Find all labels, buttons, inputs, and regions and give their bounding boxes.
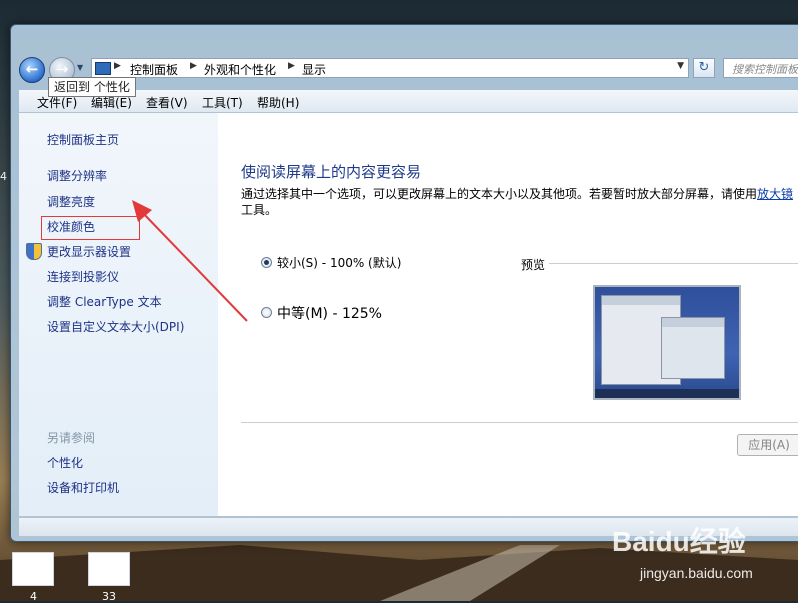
magnifier-link[interactable]: 放大镜 (757, 187, 793, 201)
sidebar-item-adjust-resolution[interactable]: 调整分辨率 (47, 167, 107, 184)
page-title: 使阅读屏幕上的内容更容易 (241, 163, 422, 181)
option-smaller-label[interactable]: 较小(S) - 100% (默认) (277, 254, 401, 271)
sidebar-item-change-display-settings[interactable]: 更改显示器设置 (47, 243, 131, 260)
preview-window-icon (661, 317, 725, 379)
breadcrumb-display[interactable]: 显示 (302, 61, 326, 78)
desktop-edge-text: 4 (0, 170, 7, 183)
sidebar-item-cleartype[interactable]: 调整 ClearType 文本 (47, 293, 162, 310)
back-arrow-icon[interactable]: ← (19, 57, 45, 83)
radio-medium[interactable] (261, 307, 272, 318)
option-medium-label[interactable]: 中等(M) - 125% (277, 303, 382, 323)
preview-divider (549, 263, 798, 264)
radio-smaller[interactable] (261, 257, 272, 268)
watermark-logo: Baidu经验 (612, 526, 746, 557)
menu-help[interactable]: 帮助(H) (257, 94, 299, 111)
breadcrumb-control-panel[interactable]: 控制面板 (130, 61, 178, 78)
taskbar-thumbnail[interactable] (12, 552, 54, 586)
menu-view[interactable]: 查看(V) (146, 94, 188, 111)
taskbar-thumbnail[interactable] (88, 552, 130, 586)
divider (241, 422, 798, 423)
annotation-highlight-box (41, 216, 140, 240)
see-also-heading: 另请参阅 (47, 431, 96, 445)
page-description: 通过选择其中一个选项，可以更改屏幕上的文本大小以及其他项。若要暂时放大部分屏幕，… (241, 186, 798, 218)
preview-taskbar (595, 389, 739, 398)
address-bar[interactable]: ▶ 控制面板 ▶ 外观和个性化 ▶ 显示 ▼ (91, 58, 689, 78)
search-input[interactable]: 搜索控制面板 (723, 58, 798, 78)
chevron-right-icon[interactable]: ▶ (114, 61, 121, 71)
client-area: 控制面板主页 调整分辨率 调整亮度 校准颜色 更改显示器设置 连接到投影仪 调整… (19, 113, 798, 516)
preview-label: 预览 (521, 258, 546, 272)
watermark-url: jingyan.baidu.com (640, 565, 753, 581)
sidebar-item-custom-dpi[interactable]: 设置自定义文本大小(DPI) (47, 318, 184, 335)
preview-image (593, 285, 741, 400)
menu-bar: 文件(F) 编辑(E) 查看(V) 工具(T) 帮助(H) (19, 90, 798, 113)
sidebar-item-connect-projector[interactable]: 连接到投影仪 (47, 268, 119, 285)
sidebar-item-adjust-brightness[interactable]: 调整亮度 (47, 193, 95, 210)
menu-tools[interactable]: 工具(T) (202, 94, 243, 111)
description-tail: 工具。 (241, 203, 278, 217)
shield-icon (26, 243, 42, 260)
sidebar-item-devices-printers[interactable]: 设备和打印机 (47, 479, 119, 496)
back-tooltip: 返回到 个性化 (48, 77, 136, 97)
breadcrumb-appearance[interactable]: 外观和个性化 (204, 61, 276, 78)
control-panel-window: ← → ▼ ▶ 控制面板 ▶ 外观和个性化 ▶ 显示 ▼ ↻ 搜索控制面板 返回… (10, 24, 798, 542)
sidebar: 控制面板主页 调整分辨率 调整亮度 校准颜色 更改显示器设置 连接到投影仪 调整… (19, 113, 218, 516)
refresh-icon[interactable]: ↻ (693, 58, 715, 78)
control-panel-icon (95, 62, 111, 75)
description-text: 通过选择其中一个选项，可以更改屏幕上的文本大小以及其他项。若要暂时放大部分屏幕，… (241, 187, 758, 201)
chevron-right-icon[interactable]: ▶ (288, 61, 295, 71)
apply-button[interactable]: 应用(A) (737, 434, 798, 456)
sidebar-item-personalization[interactable]: 个性化 (47, 454, 83, 471)
address-dropdown-icon[interactable]: ▼ (677, 61, 684, 71)
thumbnail-label: 33 (102, 590, 116, 603)
sidebar-item-control-panel-home[interactable]: 控制面板主页 (47, 131, 119, 148)
recent-pages-dropdown-icon[interactable]: ▼ (77, 63, 83, 72)
thumbnail-label: 4 (30, 590, 37, 603)
chevron-right-icon[interactable]: ▶ (190, 61, 197, 71)
